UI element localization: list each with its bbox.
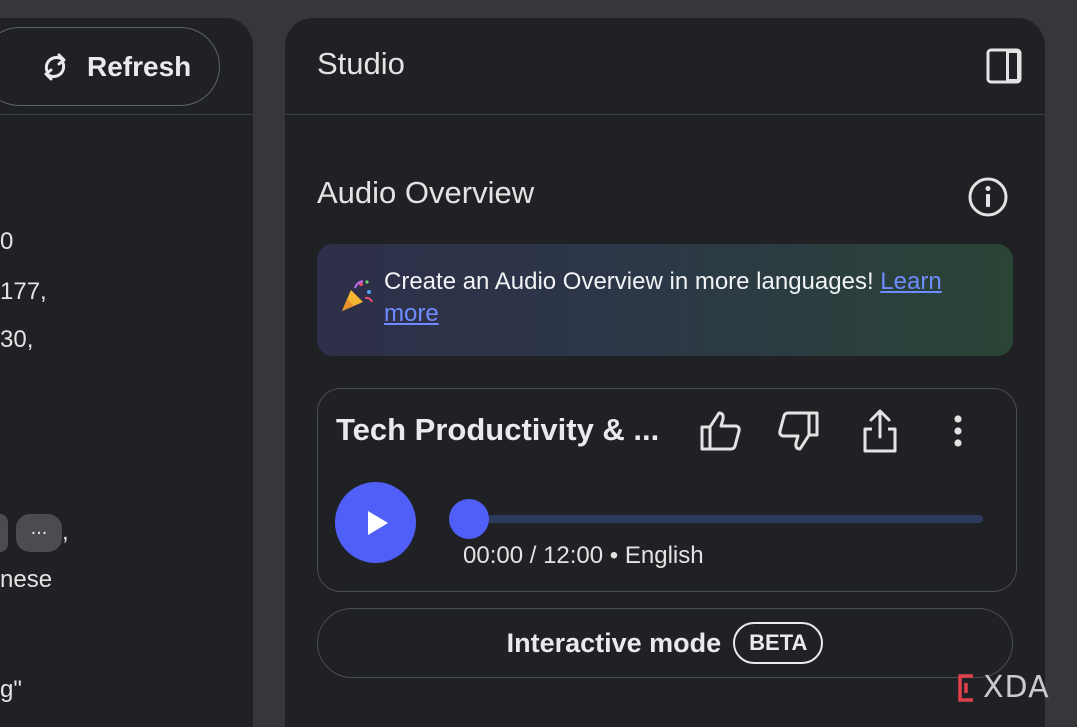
playback-info: 00:00 / 12:00 • English [463,542,704,570]
watermark-text: XDA [983,670,1050,705]
thumbs-down-icon[interactable] [775,407,823,455]
playback-time: 00:00 / 12:00 [463,542,604,569]
citation-chip-partial[interactable] [0,514,8,552]
xda-logo-icon [958,673,973,702]
studio-panel: Studio Audio Overview Create an Audio Ov… [285,18,1045,727]
interactive-mode-label: Interactive mode [506,627,722,658]
banner-message: Create an Audio Overview in more languag… [384,268,874,295]
studio-header: Studio [285,18,1045,115]
studio-title: Studio [317,46,405,81]
play-button[interactable] [335,482,416,563]
refresh-button[interactable]: Refresh [0,27,220,106]
more-options-icon[interactable] [948,411,968,451]
audio-language: English [624,542,704,569]
separator-dot: • [609,542,619,569]
refresh-icon [44,53,66,80]
share-icon[interactable] [858,407,902,455]
interactive-mode-button[interactable]: Interactive mode BETA [317,608,1013,678]
progress-thumb[interactable] [449,499,489,539]
sources-panel: Refresh 0 177, 30, ..., nese g" [0,18,253,727]
source-text-line: 30, [0,326,34,353]
beta-badge: BETA [733,622,824,664]
party-popper-icon [342,280,373,311]
source-text-line: nese [0,566,53,593]
languages-banner: Create an Audio Overview in more languag… [317,244,1013,356]
audio-title: Tech Productivity & ... [336,412,660,447]
citation-chip-more[interactable]: ... [16,514,62,552]
sources-header: Refresh [0,18,253,115]
refresh-label: Refresh [87,50,192,82]
source-text-line: g" [0,676,22,703]
banner-text: Create an Audio Overview in more languag… [384,266,994,330]
play-icon [367,510,388,535]
thumbs-up-icon[interactable] [696,407,744,455]
source-text-line: 177, [0,278,47,305]
citation-row: ..., [0,514,69,552]
info-icon[interactable] [967,176,1009,218]
audio-overview-card: Tech Productivity & ... 00:00 / 12:00 • … [317,388,1017,592]
xda-watermark: XDA [955,670,1050,705]
collapse-panel-icon[interactable] [986,48,1022,84]
audio-overview-title: Audio Overview [317,175,535,210]
source-text-line: 0 [0,228,14,255]
progress-track[interactable] [467,515,983,523]
